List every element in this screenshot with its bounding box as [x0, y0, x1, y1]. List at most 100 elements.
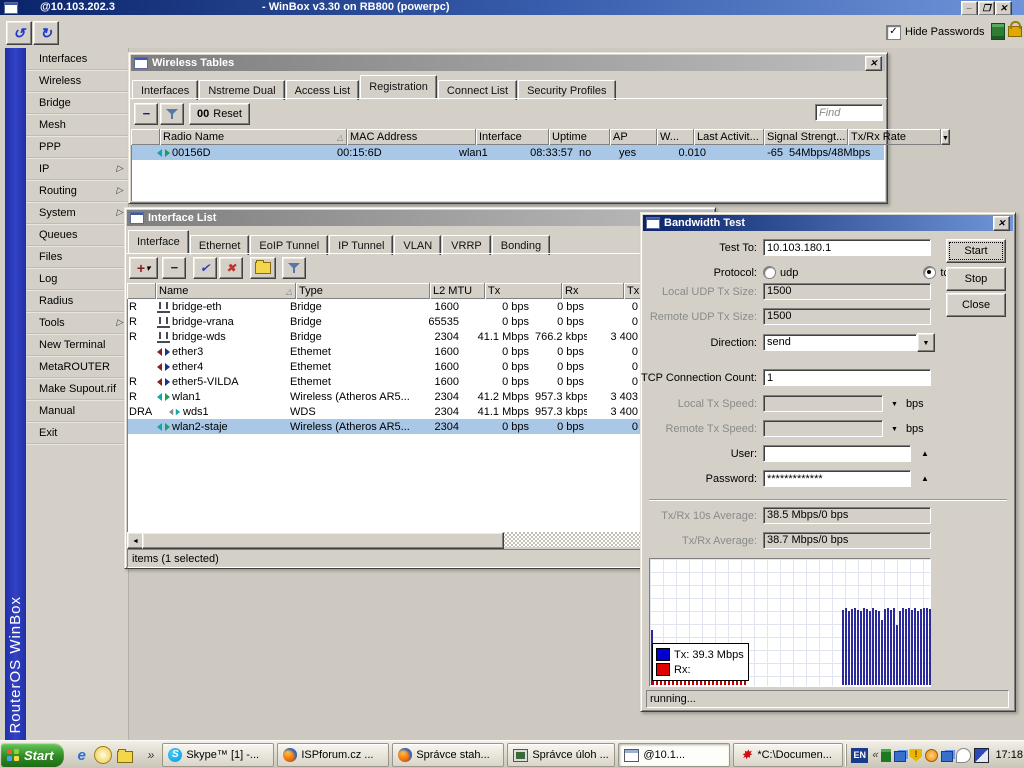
direction-dropdown-button[interactable]	[917, 333, 935, 352]
col-flags[interactable]	[131, 129, 160, 145]
sidebar-item-ppp[interactable]: PPP	[26, 136, 128, 158]
chevron-down-icon[interactable]	[891, 423, 898, 434]
folder-icon[interactable]	[116, 747, 132, 763]
col-signal-strength[interactable]: Signal Strengt...	[764, 129, 848, 145]
tray-network-icon[interactable]	[894, 751, 906, 762]
table-row[interactable]: R wlan1 Wireless (Atheros AR5... 2304 41…	[128, 389, 713, 404]
col-tx[interactable]: Tx	[485, 283, 562, 299]
table-row[interactable]: ether4 Ethemet 1600 0 bps 0 bps 0	[128, 359, 713, 374]
tray-messenger-icon[interactable]	[956, 748, 971, 763]
bandwidth-test-titlebar[interactable]: Bandwidth Test	[643, 215, 1013, 231]
sidebar-item-exit[interactable]: Exit	[26, 422, 128, 444]
filter-button[interactable]	[282, 257, 306, 279]
tab-vlan[interactable]: VLAN	[394, 235, 441, 255]
col-radio-name[interactable]: Radio Name△	[160, 129, 347, 145]
col-rx[interactable]: Rx	[562, 283, 624, 299]
password-input[interactable]	[763, 470, 911, 487]
col-type[interactable]: Type	[296, 283, 430, 299]
scroll-thumb[interactable]	[142, 532, 504, 549]
tab-ethernet[interactable]: Ethernet	[190, 235, 250, 255]
stop-button[interactable]: Stop	[946, 267, 1006, 291]
sidebar-item-make-supout[interactable]: Make Supout.rif	[26, 378, 128, 400]
close-dialog-button[interactable]: Close	[946, 293, 1006, 317]
remove-button[interactable]	[162, 257, 186, 279]
col-mac-address[interactable]: MAC Address	[347, 129, 476, 145]
undo-button[interactable]	[6, 21, 32, 45]
sidebar-item-queues[interactable]: Queues	[26, 224, 128, 246]
task-document[interactable]: *C:\Documen...	[733, 743, 843, 767]
hide-passwords-checkbox[interactable]: ✓	[886, 25, 901, 40]
chevron-down-icon[interactable]	[891, 398, 898, 409]
table-row[interactable]: R ether5-VILDA Ethemet 1600 0 bps 0 bps …	[128, 374, 713, 389]
sidebar-item-mesh[interactable]: Mesh	[26, 114, 128, 136]
start-button[interactable]: Start	[946, 239, 1006, 263]
sidebar-item-interfaces[interactable]: Interfaces	[26, 48, 128, 70]
tray-update-icon[interactable]	[925, 749, 938, 762]
start-button[interactable]: Start	[1, 743, 64, 767]
task-skype[interactable]: Skype™ [1] -...	[162, 743, 274, 767]
col-txrx-rate[interactable]: Tx/Rx Rate	[848, 129, 941, 145]
clock-icon[interactable]	[94, 746, 112, 764]
sidebar-item-wireless[interactable]: Wireless	[26, 70, 128, 92]
tab-ip-tunnel[interactable]: IP Tunnel	[329, 235, 393, 255]
remove-button[interactable]	[134, 103, 158, 125]
table-row[interactable]: R bridge-wds Bridge 2304 41.1 Mbps 766.2…	[128, 329, 713, 344]
col-uptime[interactable]: Uptime	[549, 129, 610, 145]
table-row[interactable]: R bridge-vrana Bridge 65535 0 bps 0 bps …	[128, 314, 713, 329]
redo-button[interactable]	[33, 21, 59, 45]
sidebar-item-manual[interactable]: Manual	[26, 400, 128, 422]
maximize-button[interactable]	[978, 1, 995, 16]
close-button[interactable]	[993, 216, 1010, 231]
comment-button[interactable]	[250, 257, 276, 279]
tab-registration[interactable]: Registration	[360, 75, 437, 98]
col-w[interactable]: W...	[657, 129, 694, 145]
tray-clock[interactable]: 17:18	[995, 749, 1023, 761]
tcp-count-input[interactable]	[763, 369, 931, 386]
tray-antivirus-icon[interactable]	[974, 748, 989, 763]
user-input[interactable]	[763, 445, 911, 462]
add-button[interactable]	[129, 257, 158, 279]
table-row[interactable]: ether3 Ethemet 1600 0 bps 0 bps 0	[128, 344, 713, 359]
col-ap[interactable]: AP	[610, 129, 657, 145]
tab-vrrp[interactable]: VRRP	[442, 235, 491, 255]
keyboard-layout[interactable]: EN	[851, 748, 868, 763]
tab-interface[interactable]: Interface	[128, 230, 189, 253]
sidebar-item-ip[interactable]: IP	[26, 158, 128, 180]
hscrollbar[interactable]	[127, 532, 713, 547]
tab-interfaces[interactable]: Interfaces	[132, 80, 198, 100]
registration-row[interactable]: 00156D 00:15:6D wlan1 08:33:57 no yes 0.…	[132, 145, 884, 160]
direction-select[interactable]: send	[763, 334, 917, 351]
tab-nstreme-dual[interactable]: Nstreme Dual	[199, 80, 284, 100]
task-download-manager[interactable]: Správce stah...	[392, 743, 504, 767]
tray-chevron-button[interactable]	[872, 749, 878, 761]
sidebar-item-new-terminal[interactable]: New Terminal	[26, 334, 128, 356]
collapse-up-icon[interactable]	[921, 473, 929, 484]
main-titlebar[interactable]: @10.103.202.3 - WinBox v3.30 on RB800 (p…	[0, 0, 1024, 15]
more-toolbar-button[interactable]	[148, 749, 155, 762]
sidebar-item-tools[interactable]: Tools	[26, 312, 128, 334]
tab-eoip-tunnel[interactable]: EoIP Tunnel	[250, 235, 328, 255]
task-task-manager[interactable]: Správce úloh ...	[507, 743, 615, 767]
col-l2mtu[interactable]: L2 MTU	[430, 283, 485, 299]
task-ispforum[interactable]: ISPforum.cz ...	[277, 743, 389, 767]
tab-bonding[interactable]: Bonding	[492, 235, 550, 255]
col-flags[interactable]	[127, 283, 156, 299]
wireless-tables-titlebar[interactable]: Wireless Tables	[131, 55, 885, 71]
tab-connect-list[interactable]: Connect List	[438, 80, 517, 100]
col-name[interactable]: Name△	[156, 283, 296, 299]
sidebar-item-radius[interactable]: Radius	[26, 290, 128, 312]
table-row[interactable]: R bridge-eth Bridge 1600 0 bps 0 bps 0	[128, 299, 713, 314]
table-row[interactable]: DRA wds1 WDS 2304 41.1 Mbps 957.3 kbps 3…	[128, 404, 713, 419]
collapse-up-icon[interactable]	[921, 448, 929, 459]
sidebar-item-bridge[interactable]: Bridge	[26, 92, 128, 114]
interface-list-titlebar[interactable]: Interface List	[127, 210, 713, 226]
tab-security-profiles[interactable]: Security Profiles	[518, 80, 615, 100]
find-input[interactable]	[815, 104, 883, 121]
close-button[interactable]	[865, 56, 882, 71]
tray-network2-icon[interactable]	[941, 751, 953, 762]
protocol-tcp-radio[interactable]	[923, 266, 936, 279]
test-to-input[interactable]	[763, 239, 931, 256]
sidebar-item-metarouter[interactable]: MetaROUTER	[26, 356, 128, 378]
tab-access-list[interactable]: Access List	[286, 80, 360, 100]
sidebar-item-system[interactable]: System	[26, 202, 128, 224]
